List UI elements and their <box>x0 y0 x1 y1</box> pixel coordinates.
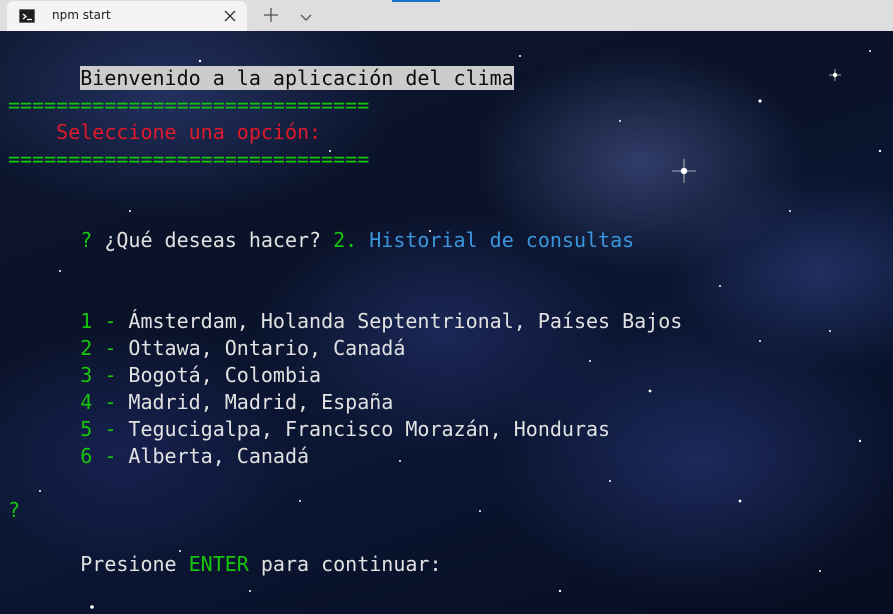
question-mark: ? <box>80 228 93 252</box>
menu-title: Seleccione una opción: <box>8 120 322 144</box>
prompt-choice-label: Historial de consultas <box>357 228 635 252</box>
separator-top: ============================== <box>8 93 370 117</box>
prompt-question: ¿Qué deseas hacer? <box>92 228 334 252</box>
history-item: 6 - Alberta, Canadá <box>8 416 309 497</box>
separator-bottom: ============================== <box>8 147 370 171</box>
tab-bar: npm start <box>0 0 893 31</box>
continue-line: Presione ENTER para continuar: <box>8 524 442 605</box>
continue-key: ENTER <box>188 552 249 576</box>
history-number: 6 <box>80 444 93 468</box>
terminal-window: npm start Bienvenido a la aplicación del… <box>0 0 893 614</box>
titlebar-accent <box>392 0 440 2</box>
close-tab-icon[interactable] <box>221 7 239 25</box>
continue-before: Presione <box>80 552 189 576</box>
terminal-icon <box>19 9 35 23</box>
continue-after: para continuar: <box>248 552 442 576</box>
prompt-line: ? ¿Qué deseas hacer? 2. Historial de con… <box>8 200 634 281</box>
plus-icon[interactable] <box>263 7 279 23</box>
tab-title: npm start <box>52 8 111 22</box>
chevron-down-icon[interactable] <box>299 9 313 21</box>
terminal-output[interactable]: Bienvenido a la aplicación del clima ===… <box>0 31 893 614</box>
prompt-choice-number: 2. <box>333 228 358 252</box>
history-dash: - <box>92 444 129 468</box>
continue-question-mark: ? <box>8 498 21 522</box>
tab-npm-start[interactable]: npm start <box>7 1 247 31</box>
welcome-message: Bienvenido a la aplicación del clima <box>80 66 514 90</box>
history-place: Alberta, Canadá <box>128 444 310 468</box>
